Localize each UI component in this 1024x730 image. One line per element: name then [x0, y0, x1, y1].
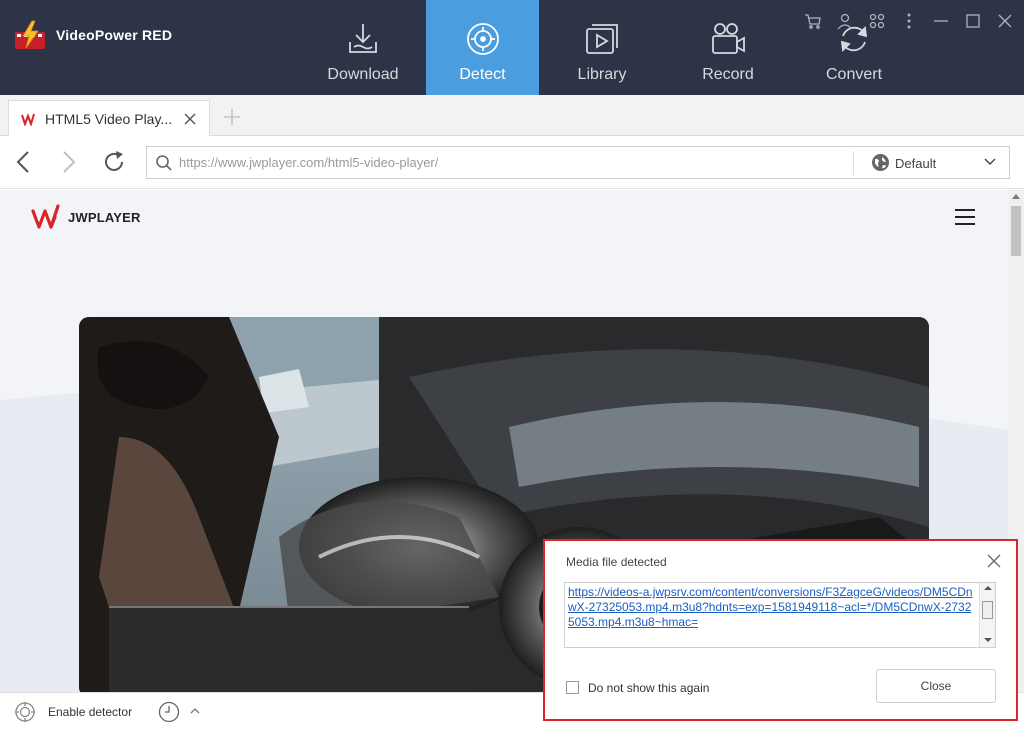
hamburger-menu-icon[interactable] [955, 209, 975, 225]
nav-convert-label: Convert [825, 66, 883, 83]
close-icon[interactable] [996, 12, 1014, 30]
window-controls [804, 12, 1014, 30]
nav-record[interactable]: Record [665, 0, 791, 95]
apps-icon[interactable] [868, 12, 886, 30]
jwplayer-favicon-icon [21, 112, 35, 126]
link-scroll-down-icon[interactable] [984, 638, 992, 642]
maximize-icon[interactable] [964, 12, 982, 30]
forward-icon[interactable] [56, 150, 80, 174]
scroll-thumb[interactable] [1011, 206, 1021, 256]
link-scroll-thumb[interactable] [982, 601, 993, 619]
do-not-show-checkbox[interactable] [566, 681, 579, 694]
back-icon[interactable] [12, 150, 36, 174]
detected-media-link[interactable]: https://videos-a.jwpsrv.com/content/conv… [568, 585, 978, 630]
url-divider [853, 151, 854, 175]
app-window: VideoPower RED Download Detect Library R… [0, 0, 1024, 730]
scroll-up-icon[interactable] [1012, 194, 1020, 199]
do-not-show-label[interactable]: Do not show this again [588, 681, 709, 695]
link-box-scrollbar[interactable] [979, 583, 995, 647]
popup-close-button[interactable]: Close [876, 669, 996, 703]
jwplayer-logo-icon [31, 204, 60, 229]
jwplayer-logo-text: JWPLAYER [68, 209, 141, 225]
new-tab-icon[interactable] [222, 107, 242, 127]
nav-library[interactable]: Library [539, 0, 665, 95]
nav-detect[interactable]: Detect [426, 0, 539, 95]
more-icon[interactable] [900, 12, 918, 30]
library-icon [586, 24, 618, 54]
popup-close-icon[interactable] [986, 553, 1002, 569]
nav-download-label: Download [327, 66, 399, 83]
search-icon [156, 155, 172, 171]
address-bar: https://www.jwplayer.com/html5-video-pla… [0, 136, 1024, 189]
record-icon [712, 23, 745, 54]
user-agent-label[interactable]: Default [895, 156, 936, 171]
user-icon[interactable] [836, 12, 854, 30]
link-scroll-up-icon[interactable] [984, 586, 992, 590]
detected-link-box[interactable]: https://videos-a.jwpsrv.com/content/conv… [564, 582, 996, 648]
url-bar[interactable]: https://www.jwplayer.com/html5-video-pla… [146, 146, 1010, 179]
cart-icon[interactable] [804, 12, 822, 30]
detector-icon[interactable] [14, 701, 36, 723]
popup-title: Media file detected [566, 555, 667, 569]
tab-title: HTML5 Video Play... [45, 110, 173, 127]
schedule-clock-icon[interactable] [158, 701, 180, 723]
browser-tab-strip: HTML5 Video Play... [0, 95, 1024, 136]
enable-detector-label[interactable]: Enable detector [48, 705, 132, 719]
detect-icon [466, 23, 499, 55]
url-input[interactable]: https://www.jwplayer.com/html5-video-pla… [179, 155, 438, 170]
nav-detect-label: Detect [459, 66, 506, 83]
media-detected-popup: Media file detected https://videos-a.jwp… [543, 539, 1018, 721]
minimize-icon[interactable] [932, 12, 950, 30]
reload-icon[interactable] [102, 150, 126, 174]
top-bar: VideoPower RED Download Detect Library R… [0, 0, 1024, 95]
app-title: VideoPower RED [56, 27, 173, 43]
nav-library-label: Library [577, 66, 627, 83]
browser-tab[interactable]: HTML5 Video Play... [8, 100, 210, 136]
brand: VideoPower RED [14, 20, 172, 50]
nav-record-label: Record [702, 66, 754, 83]
jwplayer-logo[interactable]: JWPLAYER [31, 202, 141, 232]
chevron-down-icon[interactable] [983, 155, 997, 169]
chevron-up-icon[interactable] [189, 705, 201, 717]
download-icon [349, 24, 377, 53]
globe-icon [872, 154, 889, 171]
tab-close-icon[interactable] [183, 112, 197, 126]
nav-download[interactable]: Download [300, 0, 426, 95]
app-logo-icon [15, 20, 45, 49]
